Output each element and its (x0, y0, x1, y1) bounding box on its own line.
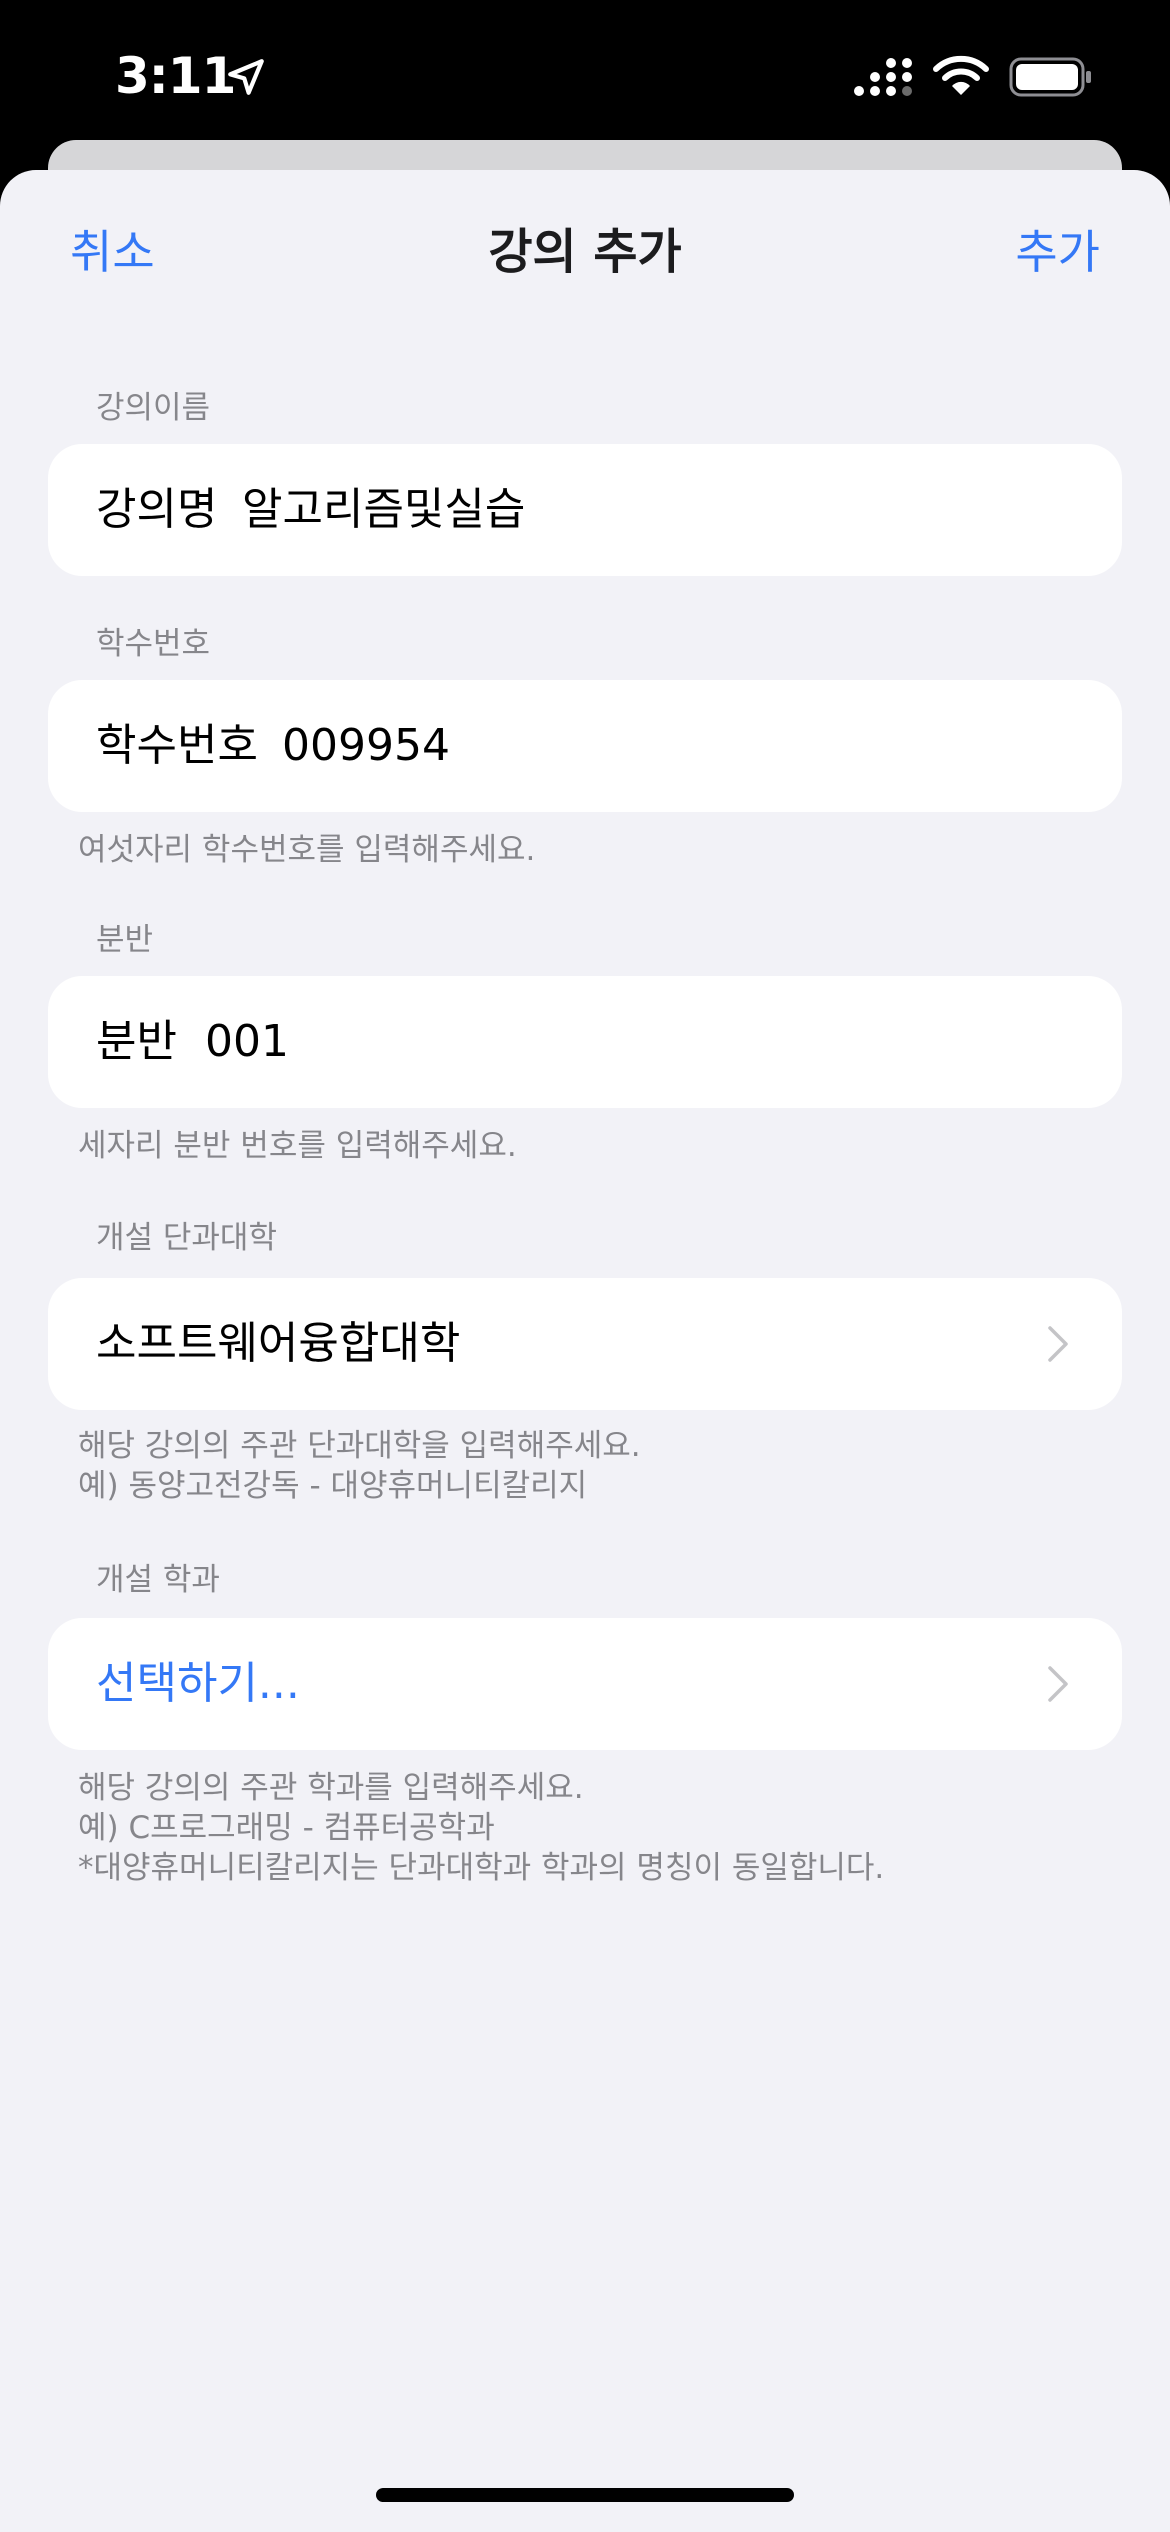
section-hint: 세자리 분반 번호를 입력해주세요. (78, 1128, 517, 1164)
section-footer: 세자리 분반 번호를 입력해주세요. (78, 1126, 517, 1166)
home-indicator[interactable] (376, 2488, 794, 2502)
college-header: 개설 단과대학 (96, 1220, 277, 1256)
course-name-field[interactable]: 강의명 알고리즘및실습 (48, 444, 1122, 576)
department-hint-line: 해당 강의의 주관 학과를 입력해주세요. (78, 1770, 584, 1806)
chevron-right-icon (1048, 1666, 1068, 1702)
course-name-label: 강의명 (96, 484, 218, 535)
course-code-hint: 여섯자리 학수번호를 입력해주세요. (78, 832, 536, 868)
wifi-icon (933, 55, 989, 95)
course-code-label: 학수번호 (96, 720, 258, 771)
add-button[interactable]: 추가 (1015, 222, 1100, 282)
page-title: 강의 추가 (488, 224, 682, 280)
department-select-link[interactable]: 선택하기... (96, 1618, 300, 1750)
section-value[interactable]: 001 (205, 976, 289, 1108)
battery-icon (1009, 57, 1091, 97)
status-time: 3:11 (115, 47, 236, 105)
chevron-right-icon (1048, 1326, 1068, 1362)
department-note-line: *대양휴머니티칼리지는 단과대학과 학과의 명칭이 동일합니다. (78, 1850, 885, 1886)
cellular-signal-icon (854, 58, 912, 96)
department-footer: 해당 강의의 주관 학과를 입력해주세요. 예) C프로그래밍 - 컴퓨터공학과… (78, 1768, 884, 1888)
section-field[interactable]: 분반 001 (48, 976, 1122, 1108)
course-name-header: 강의이름 (96, 390, 211, 426)
section-label: 분반 (96, 1016, 177, 1067)
college-hint-line: 해당 강의의 주관 단과대학을 입력해주세요. (78, 1428, 641, 1464)
department-header: 개설 학과 (96, 1562, 220, 1598)
location-arrow-icon (228, 59, 264, 95)
department-example-line: 예) C프로그래밍 - 컴퓨터공학과 (78, 1810, 495, 1846)
section-header: 분반 (96, 922, 154, 958)
course-code-field[interactable]: 학수번호 009954 (48, 680, 1122, 812)
college-example-line: 예) 동양고전강독 - 대양휴머니티칼리지 (78, 1468, 588, 1504)
department-picker[interactable]: 선택하기... (48, 1618, 1122, 1750)
course-code-header: 학수번호 (96, 626, 211, 662)
course-code-footer: 여섯자리 학수번호를 입력해주세요. (78, 830, 535, 870)
status-bar: 3:11 (0, 0, 1170, 150)
course-code-value[interactable]: 009954 (282, 680, 450, 812)
college-value: 소프트웨어융합대학 (96, 1318, 461, 1369)
college-footer: 해당 강의의 주관 단과대학을 입력해주세요. 예) 동양고전강독 - 대양휴머… (78, 1426, 641, 1506)
college-picker[interactable]: 소프트웨어융합대학 (48, 1278, 1122, 1410)
course-name-value[interactable]: 알고리즘및실습 (242, 444, 525, 576)
